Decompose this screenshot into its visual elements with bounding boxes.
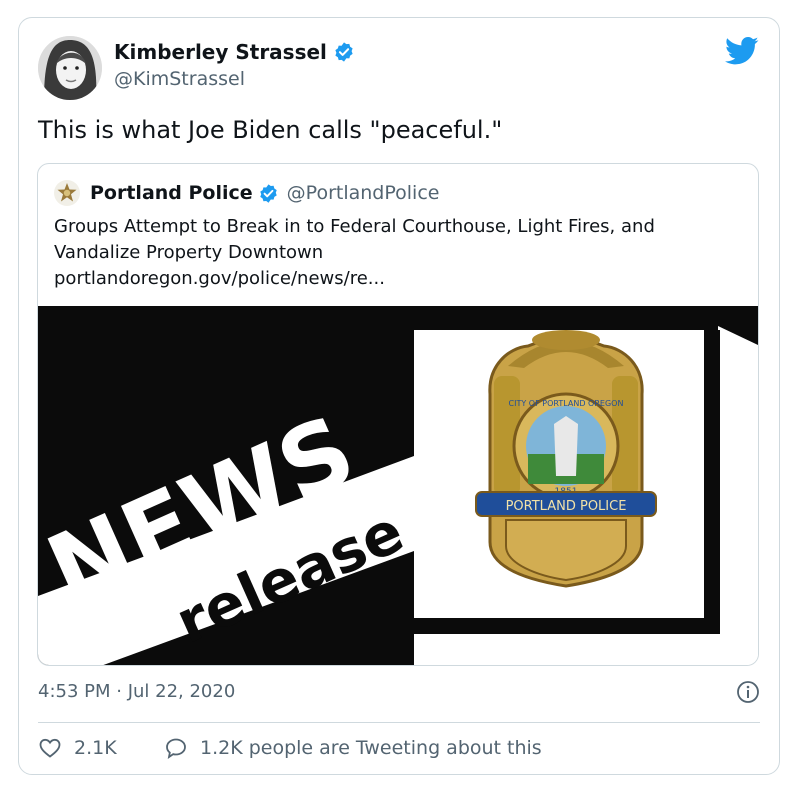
police-badge: CITY OF PORTLAND OREGON 1851 PORTLAND PO… [475,330,657,588]
tweeting-action[interactable]: 1.2K people are Tweeting about this [164,736,542,760]
like-count: 2.1K [74,737,117,759]
frame-bottom-bar [414,618,720,634]
twitter-bird-icon[interactable] [725,36,759,66]
heart-icon [39,738,61,758]
speech-bubble-icon [166,738,186,759]
quoted-header: Portland Police @PortlandPolice [54,180,439,206]
like-action[interactable]: 2.1K [38,736,117,760]
author-handle[interactable]: @KimStrassel [114,68,245,90]
tweeting-count-text: 1.2K people are Tweeting about this [200,737,542,759]
verified-icon [335,42,353,62]
badge-banner-text: PORTLAND POLICE [506,499,627,514]
tweet-timestamp[interactable]: 4:53 PM · Jul 22, 2020 [38,681,235,702]
author-avatar[interactable] [38,36,102,100]
quoted-text-block: Groups Attempt to Break in to Federal Co… [54,214,744,292]
divider [38,722,760,723]
info-icon[interactable] [736,680,760,704]
quoted-tweet[interactable]: Portland Police @PortlandPolice Groups A… [37,163,759,666]
quoted-author-name[interactable]: Portland Police [90,182,253,204]
quoted-avatar[interactable] [54,180,80,206]
news-release-image[interactable]: NEWS release CITY OF PORTLAND OREGON 185… [38,306,759,666]
quoted-tweet-text: Groups Attempt to Break in to Federal Co… [54,216,655,263]
badge-seal-text: CITY OF PORTLAND OREGON [509,399,624,408]
frame-right-bar [704,330,720,634]
author-name[interactable]: Kimberley Strassel [114,40,327,64]
verified-icon [259,183,277,203]
quoted-link[interactable]: portlandoregon.gov/police/news/re... [54,266,744,292]
author-name-row[interactable]: Kimberley Strassel [114,40,355,64]
quoted-author-handle[interactable]: @PortlandPolice [287,182,440,204]
tweet-text: This is what Joe Biden calls "peaceful." [38,116,503,144]
